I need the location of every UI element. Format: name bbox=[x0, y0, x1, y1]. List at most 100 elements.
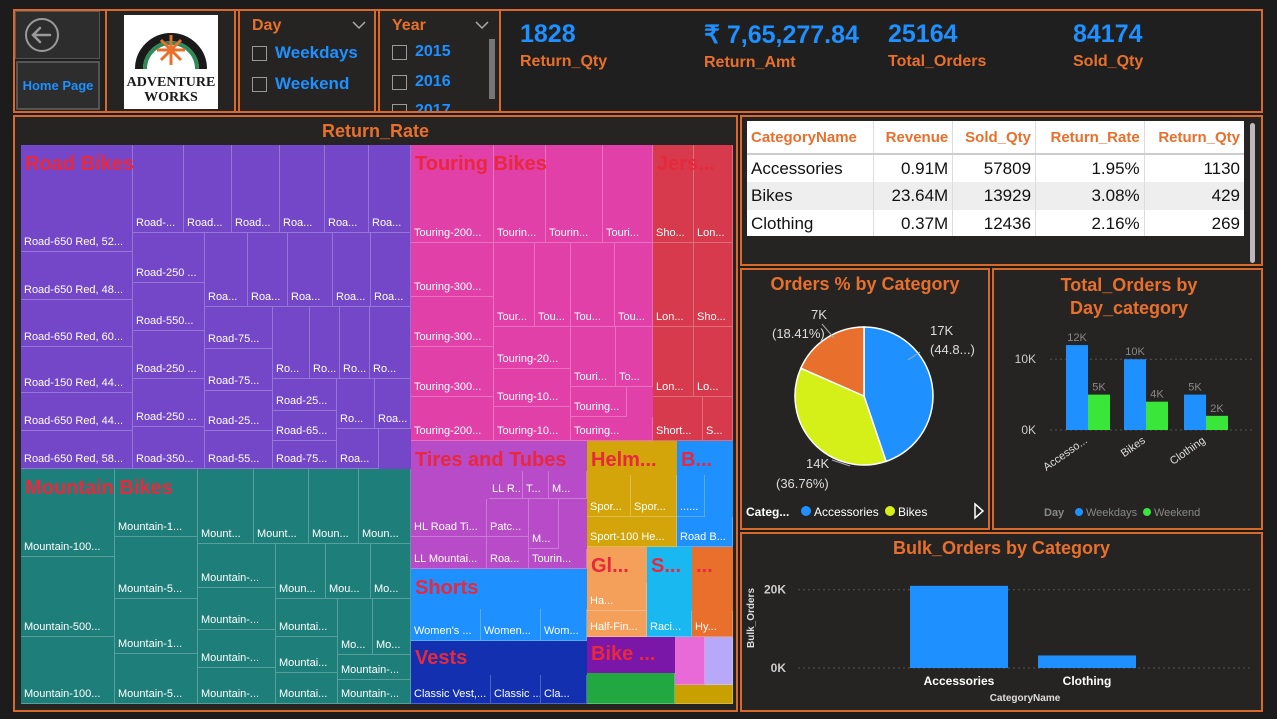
treemap-tile[interactable]: Roa... bbox=[371, 233, 411, 307]
col-header-category[interactable]: CategoryName bbox=[747, 121, 875, 154]
treemap-tile[interactable]: Mountain-... bbox=[198, 544, 276, 588]
treemap-tile[interactable]: Lon... bbox=[653, 243, 694, 327]
treemap-tile[interactable]: Mountain-5... bbox=[115, 654, 198, 704]
treemap-tile[interactable]: Sport-100 He... bbox=[587, 517, 677, 547]
day-option-weekend[interactable]: Weekend bbox=[252, 74, 349, 94]
chevron-down-icon[interactable] bbox=[475, 20, 489, 30]
treemap-tile[interactable]: Mount... bbox=[254, 469, 309, 544]
bar-weekend-0[interactable] bbox=[1088, 394, 1110, 430]
treemap-tile[interactable] bbox=[675, 637, 705, 685]
treemap-tile[interactable]: Touring-300... bbox=[411, 347, 494, 397]
table-scrollbar[interactable] bbox=[1250, 123, 1255, 263]
treemap-tile[interactable]: Road-350... bbox=[133, 427, 205, 469]
treemap-tile[interactable]: Lo... bbox=[694, 327, 733, 397]
treemap-tile[interactable]: Road... bbox=[232, 145, 280, 233]
year-option-2016[interactable]: 2016 bbox=[392, 73, 451, 91]
treemap-tile[interactable]: Mountain-100... bbox=[21, 637, 115, 704]
treemap-tile[interactable]: Mountain-... bbox=[198, 668, 276, 704]
treemap-tile[interactable]: Road-25... bbox=[205, 391, 273, 431]
treemap-tile[interactable]: S... bbox=[703, 397, 733, 441]
treemap-tile[interactable]: ...... bbox=[677, 475, 705, 517]
treemap-tile[interactable]: To... bbox=[616, 327, 653, 387]
table-row[interactable]: Accessories 0.91M 57809 1.95% 1130 bbox=[747, 154, 1244, 182]
treemap-tile[interactable]: Touring-200... bbox=[411, 397, 494, 441]
chevron-down-icon[interactable] bbox=[352, 20, 366, 30]
col-header-return-qty[interactable]: Return_Qty bbox=[1144, 121, 1244, 154]
treemap-tile[interactable]: Mountai... bbox=[276, 599, 338, 637]
bar-weekend-1[interactable] bbox=[1146, 401, 1168, 430]
col-header-sold-qty[interactable]: Sold_Qty bbox=[952, 121, 1037, 154]
treemap-tile[interactable] bbox=[675, 685, 733, 704]
year-option-2017[interactable]: 2017 bbox=[392, 102, 451, 111]
treemap-tile[interactable] bbox=[587, 673, 675, 704]
treemap-tile[interactable]: Classic ... bbox=[491, 675, 541, 704]
treemap-tile[interactable]: Touring-300... bbox=[411, 243, 494, 297]
treemap-tile[interactable]: Road-250 ... bbox=[133, 331, 205, 379]
treemap-tile[interactable]: Ro... bbox=[340, 307, 370, 379]
treemap-tile[interactable]: Spor... bbox=[587, 475, 631, 517]
treemap-tile[interactable]: Road-75... bbox=[273, 441, 337, 469]
bar-weekdays-0[interactable] bbox=[1066, 345, 1088, 430]
treemap-tile[interactable]: Moun... bbox=[359, 469, 411, 544]
treemap-tile[interactable]: LL Mountai... bbox=[411, 537, 487, 569]
bar-accessories[interactable] bbox=[910, 585, 1008, 668]
table-row[interactable]: Bikes 23.64M 13929 3.08% 429 bbox=[747, 182, 1244, 210]
table-row[interactable]: Clothing 0.37M 12436 2.16% 269 bbox=[747, 210, 1244, 236]
col-header-return-rate[interactable]: Return_Rate bbox=[1035, 121, 1145, 154]
treemap-tile[interactable]: Touri... bbox=[603, 145, 653, 243]
treemap-tile[interactable]: Roa... bbox=[369, 145, 411, 233]
treemap-tile[interactable] bbox=[705, 637, 733, 685]
col-header-revenue[interactable]: Revenue bbox=[873, 121, 954, 154]
treemap-tile[interactable]: Road-550... bbox=[133, 283, 205, 331]
treemap-tile[interactable]: Mountain-1... bbox=[115, 599, 198, 654]
treemap-tile[interactable]: Roa... bbox=[487, 537, 529, 569]
treemap-tile[interactable]: Moun... bbox=[309, 469, 359, 544]
treemap-tile[interactable]: Touring-10... bbox=[494, 369, 571, 407]
treemap-tile[interactable]: Ro... bbox=[337, 379, 375, 429]
treemap-tile[interactable]: Ro... bbox=[310, 307, 340, 379]
treemap-tile[interactable]: Road... bbox=[184, 145, 232, 233]
bar-clothing[interactable] bbox=[1038, 655, 1136, 668]
treemap-tile[interactable]: Mo... bbox=[371, 544, 411, 599]
treemap-tile[interactable]: Tourin... bbox=[529, 549, 587, 569]
treemap-tile[interactable]: Mountain-500... bbox=[21, 557, 115, 637]
treemap-tile[interactable]: Ha... bbox=[587, 583, 647, 611]
treemap-tile[interactable]: Mo... bbox=[338, 599, 373, 655]
treemap-tile[interactable]: Mountain-... bbox=[338, 680, 411, 704]
treemap-tile[interactable]: Road B... bbox=[677, 517, 733, 547]
treemap-tile[interactable]: Mou... bbox=[326, 544, 371, 599]
treemap-tile[interactable]: Mountain-... bbox=[198, 630, 276, 668]
treemap-tile[interactable]: Roa... bbox=[325, 145, 369, 233]
treemap-tile[interactable]: Road-75... bbox=[205, 349, 273, 391]
treemap-tile[interactable]: Tour... bbox=[494, 243, 535, 327]
treemap-tile[interactable]: Touring-300... bbox=[411, 297, 494, 347]
treemap-tile[interactable]: Lon... bbox=[653, 327, 694, 397]
treemap-tile[interactable]: Road-650 Red, 48... bbox=[21, 252, 133, 300]
treemap-tile[interactable]: Cla... bbox=[541, 675, 587, 704]
treemap-tile[interactable]: Touring-10... bbox=[494, 407, 571, 441]
treemap-tile[interactable]: Tou... bbox=[571, 243, 615, 327]
treemap-tile[interactable]: Road-75... bbox=[205, 307, 273, 349]
treemap-tile[interactable]: Roa... bbox=[333, 233, 371, 307]
treemap-tile[interactable]: M... bbox=[529, 499, 559, 549]
treemap-tile[interactable]: Short... bbox=[653, 397, 703, 441]
treemap-tile[interactable]: Mountain-... bbox=[198, 588, 276, 630]
treemap-tile[interactable]: Road-25... bbox=[273, 379, 337, 411]
treemap-tile[interactable]: Touring... bbox=[571, 417, 653, 441]
treemap-tile[interactable]: HL Road Ti... bbox=[411, 499, 487, 537]
treemap-tile[interactable]: Women's ... bbox=[411, 609, 481, 641]
treemap-tile[interactable]: Tou... bbox=[615, 243, 653, 327]
treemap-tile[interactable]: Road-250 ... bbox=[133, 379, 205, 427]
back-button[interactable] bbox=[15, 11, 100, 59]
treemap-tile[interactable]: Tourin... bbox=[546, 145, 603, 243]
treemap-tile[interactable]: Roa... bbox=[280, 145, 325, 233]
treemap-tile[interactable]: Mountai... bbox=[276, 673, 338, 704]
bar-weekdays-1[interactable] bbox=[1124, 359, 1146, 430]
treemap-tile[interactable]: Road-250 ... bbox=[133, 233, 205, 283]
year-option-2015[interactable]: 2015 bbox=[392, 43, 451, 61]
treemap-tile[interactable]: Mount... bbox=[198, 469, 254, 544]
treemap-tile[interactable]: Mountain-5... bbox=[115, 537, 198, 599]
treemap-tile[interactable]: Tou... bbox=[535, 243, 571, 327]
treemap-tile[interactable]: Ro... bbox=[370, 307, 411, 379]
treemap-tile[interactable]: Road-150 Red, 44... bbox=[21, 347, 133, 393]
